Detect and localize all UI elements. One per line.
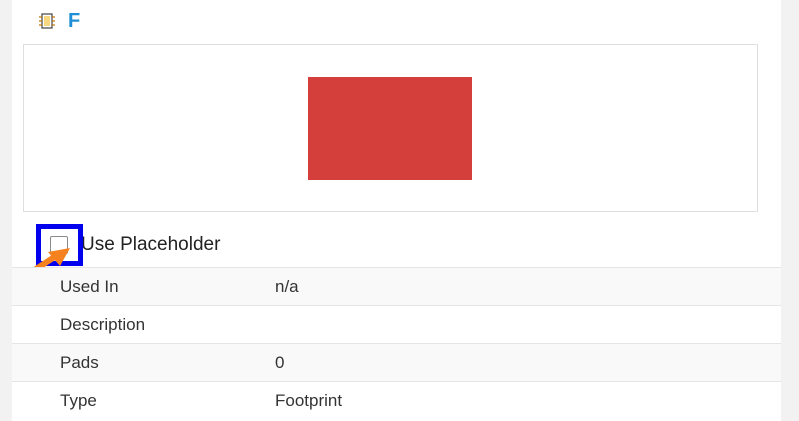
property-value: 0 [275,352,285,372]
use-placeholder-label[interactable]: Use Placeholder [81,234,220,256]
property-key: Used In [60,276,119,296]
property-value: n/a [275,276,299,296]
table-row: Description [12,305,781,343]
property-key: Pads [60,352,99,372]
property-key: Description [60,314,146,334]
table-row: Pads 0 [12,343,781,381]
footprint-shape [308,77,472,180]
footprint-chip-icon [38,12,56,30]
footprint-preview [23,44,758,212]
property-key: Type [60,390,97,410]
component-title[interactable]: F [68,9,80,33]
property-value: Footprint [275,390,343,410]
properties-table: Used In n/a Description Pads 0 Type Foot… [12,267,781,419]
table-row: Type Footprint [12,381,781,419]
component-header: F [38,9,80,33]
table-row: Used In n/a [12,267,781,305]
